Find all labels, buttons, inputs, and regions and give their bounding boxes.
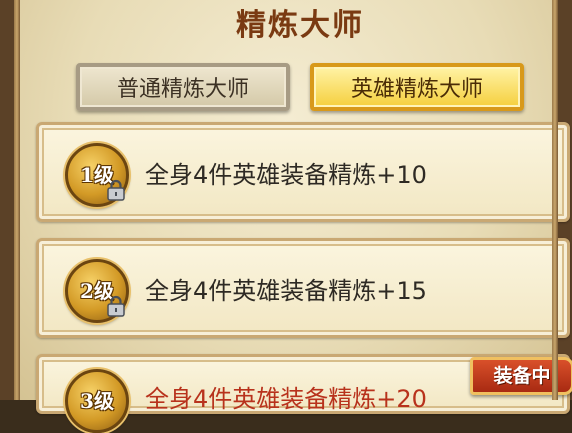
level-description: 全身4件英雄装备精炼+20 (145, 385, 427, 413)
level-description: 全身4件英雄装备精炼+15 (145, 276, 427, 305)
level-description: 全身4件英雄装备精炼+10 (145, 160, 427, 189)
level-badge: 3级 (65, 369, 129, 433)
lock-icon (107, 295, 125, 317)
refine-master-panel: 精炼大师 普通精炼大师 英雄精炼大师 1级 全身4件英雄装备精炼+10 2级 全… (0, 0, 572, 433)
level-card-2[interactable]: 2级 全身4件英雄装备精炼+15 (36, 238, 570, 338)
level-card-1[interactable]: 1级 全身4件英雄装备精炼+10 (36, 122, 570, 222)
panel-title: 精炼大师 (236, 8, 364, 43)
lock-icon (107, 179, 125, 201)
tab-normal-refine-master[interactable]: 普通精炼大师 (76, 63, 290, 111)
equipped-status-tag: 装备中 (470, 357, 572, 395)
tab-hero-refine-master[interactable]: 英雄精炼大师 (310, 63, 524, 111)
